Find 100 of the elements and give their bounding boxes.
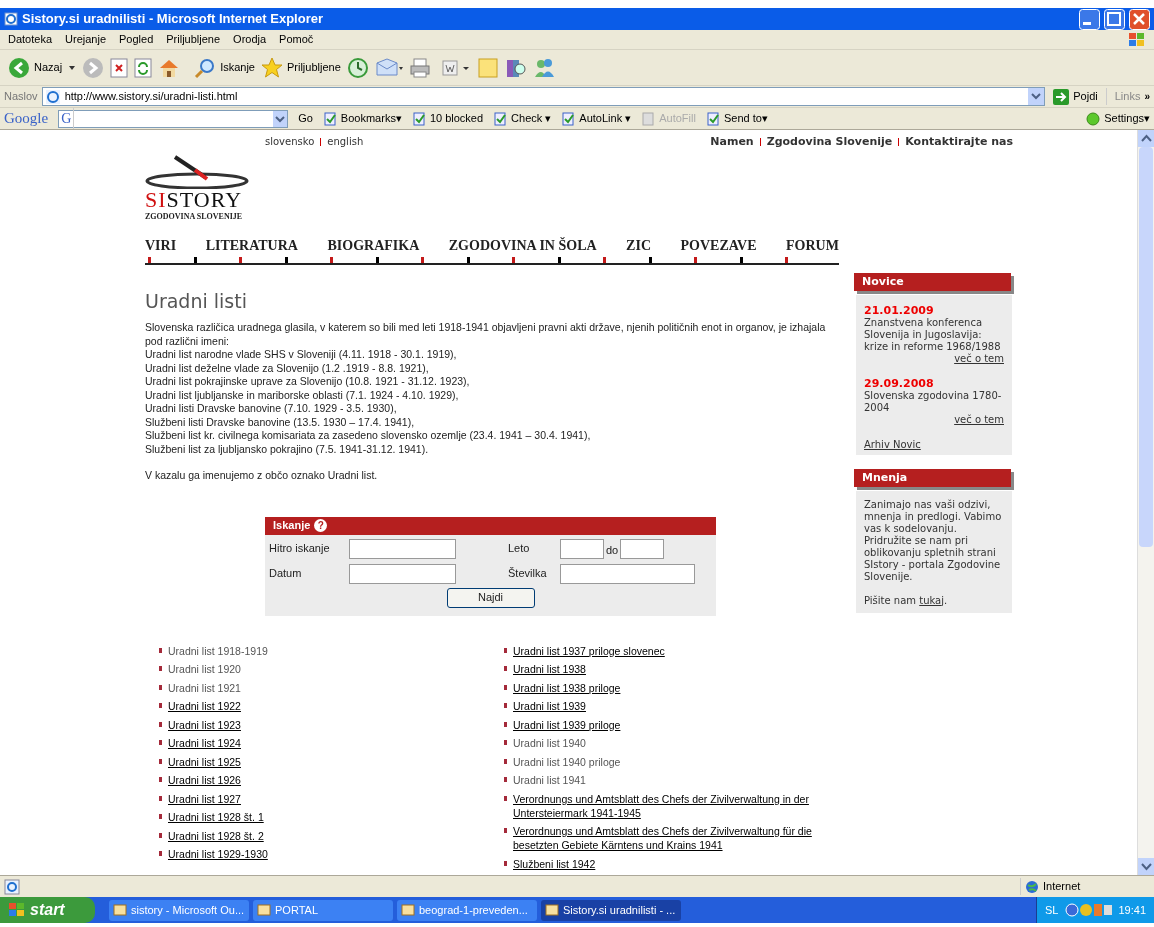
- nav-link[interactable]: BIOGRAFIKA: [327, 234, 420, 256]
- header-link[interactable]: Kontaktirajte nas: [905, 134, 1013, 151]
- app-icon[interactable]: [545, 903, 559, 917]
- help-icon[interactable]: ?: [314, 519, 328, 532]
- dropdown-icon[interactable]: [273, 110, 288, 127]
- input-field[interactable]: [620, 538, 665, 559]
- page-icon[interactable]: [44, 88, 61, 105]
- tool-icon[interactable]: [705, 111, 720, 126]
- list-link[interactable]: Uradni list 1923: [168, 717, 241, 732]
- taskbar-button[interactable]: sistory - Microsoft Ou...: [109, 899, 249, 921]
- list-link[interactable]: Uradni list 1927: [168, 791, 241, 806]
- list-link[interactable]: Verordnungs und Amtsblatt des Chefs der Zivilverwaltung in der Untersteiermark 1941-1945: [513, 791, 834, 820]
- scroll-thumb[interactable]: [1139, 147, 1153, 547]
- app-icon[interactable]: [257, 903, 271, 917]
- search-field[interactable]: G: [58, 109, 289, 128]
- browser-icon[interactable]: [4, 12, 18, 26]
- find-button[interactable]: Najdi: [446, 587, 535, 608]
- list-link[interactable]: Verordnungs und Amtsblatt des Chefs der Zivilverwaltung für die besetzten Gebiete Kärntens und Krains 1941: [513, 824, 834, 852]
- list-link[interactable]: Uradni list 1928 št. 1: [168, 810, 264, 824]
- address-field[interactable]: http://www.sistory.si/uradni-listi.html: [41, 87, 1046, 106]
- toolbar-button[interactable]: Send to▾: [705, 110, 768, 127]
- contact-link[interactable]: tukaj: [919, 594, 944, 607]
- search-icon[interactable]: [194, 56, 217, 79]
- list-link[interactable]: Uradni list 1922: [168, 699, 241, 713]
- menu-item[interactable]: Datoteka: [8, 31, 53, 48]
- list-link[interactable]: Uradni list 1939 priloge: [513, 717, 621, 732]
- menu-item[interactable]: Orodja: [233, 31, 267, 48]
- favorites-button[interactable]: Priljubljene: [261, 56, 341, 79]
- status-dot-icon[interactable]: [1086, 111, 1101, 126]
- list-link[interactable]: Uradni list 1937 priloge slovenec: [513, 643, 665, 658]
- menu-item[interactable]: Pogled: [119, 31, 154, 48]
- mail-icon[interactable]: [374, 56, 403, 79]
- go-button[interactable]: Pojdi: [1049, 88, 1102, 105]
- refresh-icon[interactable]: [134, 56, 153, 79]
- search-engine-button[interactable]: G: [59, 108, 75, 129]
- input-field[interactable]: [560, 538, 604, 559]
- minimize-button[interactable]: [1079, 8, 1100, 30]
- back-button[interactable]: Nazaj: [8, 56, 63, 79]
- header-link[interactable]: Zgodovina Slovenije: [766, 134, 893, 151]
- menu-item[interactable]: Priljubljene: [166, 31, 221, 48]
- close-button[interactable]: [1129, 8, 1150, 30]
- scrollbar[interactable]: [1137, 130, 1154, 875]
- toolbar-button[interactable]: 10 blocked: [411, 110, 484, 127]
- list-link[interactable]: Uradni list 1926: [168, 773, 241, 787]
- maximize-button[interactable]: [1104, 8, 1125, 30]
- nav-link[interactable]: LITERATURA: [205, 234, 298, 256]
- header-link[interactable]: Namen: [710, 134, 754, 151]
- messenger-people-icon[interactable]: [532, 56, 555, 79]
- printer-icon[interactable]: [408, 56, 431, 79]
- language-link[interactable]: slovensko: [265, 134, 315, 151]
- tray-icons[interactable]: [1064, 902, 1113, 918]
- taskbar-button[interactable]: beograd-1-preveden...: [397, 899, 537, 921]
- search-button[interactable]: Iskanje: [194, 56, 255, 79]
- list-link[interactable]: Uradni list 1929-1930: [168, 847, 268, 861]
- scroll-up-icon[interactable]: [1138, 130, 1154, 147]
- list-link[interactable]: Uradni list 1928 št. 2: [168, 828, 264, 843]
- menu-item[interactable]: Pomoč: [279, 31, 314, 48]
- globe-icon[interactable]: [1025, 879, 1039, 894]
- scroll-down-icon[interactable]: [1138, 858, 1154, 875]
- list-link[interactable]: Uradni list 1938 priloge: [513, 680, 621, 695]
- menu-item[interactable]: Urejanje: [65, 31, 106, 48]
- chevron-button[interactable]: »: [1144, 89, 1150, 104]
- settings-button[interactable]: Settings▾: [1086, 110, 1150, 127]
- input-field[interactable]: [560, 563, 695, 584]
- nav-link[interactable]: ZGODOVINA IN ŠOLA: [448, 234, 597, 256]
- star-icon[interactable]: [261, 56, 283, 79]
- stop-icon[interactable]: [110, 56, 129, 79]
- nav-link[interactable]: VIRI: [145, 234, 177, 256]
- list-link[interactable]: Uradni list 1924: [168, 736, 241, 750]
- toolbar-button[interactable]: Check ▾: [493, 110, 552, 127]
- language-link[interactable]: english: [327, 134, 364, 151]
- site-logo[interactable]: SISTORY ZGODOVINA SLOVENIJE: [145, 152, 255, 223]
- tool-icon[interactable]: [411, 111, 426, 126]
- nav-link[interactable]: FORUM: [786, 234, 839, 256]
- history-icon[interactable]: [346, 56, 369, 79]
- toolbar-button[interactable]: AutoLink ▾: [561, 110, 632, 127]
- dropdown-icon[interactable]: [1028, 88, 1045, 105]
- archive-link[interactable]: Arhiv Novic: [864, 438, 1004, 451]
- list-link[interactable]: Uradni list 1925: [168, 754, 241, 769]
- nav-link[interactable]: ZIC: [626, 234, 651, 256]
- more-link[interactable]: več o tem: [954, 352, 1004, 365]
- list-link[interactable]: Uradni list 1939: [513, 699, 586, 713]
- taskbar-button[interactable]: PORTAL: [253, 899, 393, 921]
- list-link[interactable]: Uradni list 1938: [513, 662, 586, 676]
- toolbar-button[interactable]: Go: [298, 110, 313, 127]
- windows-logo-icon[interactable]: [1128, 31, 1146, 48]
- toolbar-button[interactable]: Bookmarks▾: [322, 110, 402, 127]
- caret-icon[interactable]: [68, 63, 77, 72]
- tool-icon[interactable]: [493, 111, 508, 126]
- nav-link[interactable]: POVEZAVE: [680, 234, 757, 256]
- windows-logo-icon[interactable]: [8, 902, 26, 918]
- app-icon[interactable]: [401, 903, 415, 917]
- more-link[interactable]: več o tem: [954, 413, 1004, 426]
- start-button[interactable]: start: [0, 897, 95, 923]
- input-field[interactable]: [349, 538, 456, 559]
- go-arrow-icon[interactable]: [1053, 88, 1070, 105]
- page-icon[interactable]: [4, 878, 20, 895]
- input-field[interactable]: [349, 563, 456, 584]
- tool-icon[interactable]: [322, 111, 337, 126]
- tool-icon[interactable]: [561, 111, 576, 126]
